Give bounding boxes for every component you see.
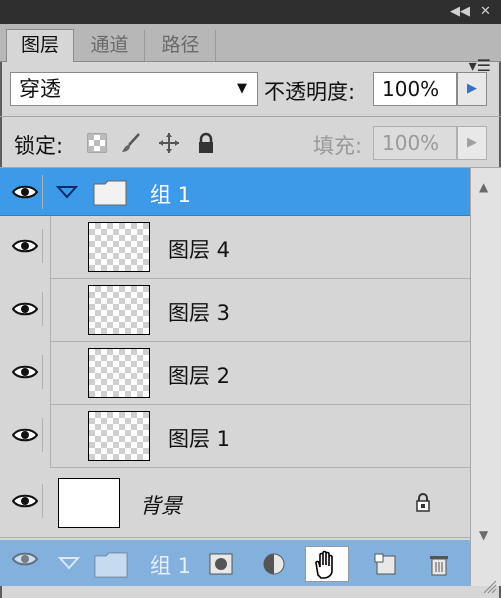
expand-triangle-icon [58, 557, 80, 570]
visibility-toggle[interactable] [8, 229, 43, 263]
layer-row[interactable]: 图层 4 [50, 216, 470, 279]
chevron-down-icon: ▼ [237, 81, 247, 96]
layer-thumbnail [88, 411, 150, 461]
group-indent-line [50, 216, 51, 468]
eye-icon [12, 302, 38, 316]
drag-hand-cursor [305, 546, 349, 582]
layer-name: 图层 4 [168, 238, 231, 262]
layer-lock-icon [416, 493, 430, 512]
visibility-toggle[interactable] [8, 484, 43, 518]
visibility-toggle[interactable] [8, 292, 43, 326]
divider [0, 116, 501, 117]
lock-all-icon[interactable] [195, 132, 217, 154]
new-layer-icon[interactable] [373, 552, 399, 576]
layer-thumbnail [88, 285, 150, 335]
add-mask-icon[interactable] [208, 552, 234, 576]
layer-name: 组 1 [150, 183, 192, 207]
layer-name: 图层 1 [168, 427, 231, 451]
tab-paths[interactable]: 路径 [146, 30, 216, 61]
collapse-panel-icon[interactable]: ◀◀ [450, 3, 470, 21]
resize-grip-icon[interactable] [483, 580, 497, 594]
blend-mode-select[interactable]: 穿透 ▼ [10, 72, 258, 106]
tab-channels[interactable]: 通道 [75, 30, 145, 61]
fill-slider-button[interactable]: ▶ [457, 126, 487, 160]
panel-title-bar: ◀◀ ✕ [0, 0, 501, 24]
adjustment-layer-icon[interactable] [262, 552, 288, 576]
layer-name: 图层 2 [168, 364, 231, 388]
expand-triangle-icon[interactable] [56, 185, 78, 199]
trash-icon[interactable] [426, 552, 452, 576]
drag-ghost-label: 组 1 [150, 554, 192, 578]
lock-label: 锁定: [14, 134, 64, 158]
hand-cursor-icon [315, 550, 333, 579]
layer-thumbnail [88, 348, 150, 398]
opacity-slider-button[interactable]: ▶ [457, 72, 487, 106]
layers-scrollbar[interactable]: ▲ ▼ [470, 168, 501, 586]
layer-row-group[interactable]: 组 1 [0, 168, 470, 216]
eye-icon [12, 185, 38, 199]
layer-row[interactable]: 图层 2 [50, 342, 470, 405]
eye-icon [12, 365, 38, 379]
folder-icon [93, 180, 127, 206]
folder-icon [94, 552, 128, 578]
lock-transparent-icon[interactable] [86, 132, 108, 154]
layer-name: 背景 [140, 494, 182, 518]
close-panel-icon[interactable]: ✕ [480, 3, 491, 21]
layer-row-background[interactable]: 背景 [0, 468, 470, 538]
eye-icon [12, 428, 38, 442]
visibility-toggle[interactable] [8, 418, 43, 452]
layers-bottom-toolbar: 组 1 [0, 540, 470, 586]
layer-row[interactable]: 图层 1 [50, 405, 470, 468]
layers-list: 组 1 图层 4 图层 3 图层 2 图层 1 背景 [0, 168, 470, 586]
opacity-input[interactable]: 100% [373, 72, 457, 106]
eye-icon [12, 239, 38, 253]
layer-thumbnail [58, 478, 120, 528]
layer-name: 图层 3 [168, 301, 231, 325]
scroll-down-icon[interactable]: ▼ [479, 528, 488, 542]
visibility-toggle[interactable] [8, 175, 43, 209]
layer-thumbnail [88, 222, 150, 272]
fill-input[interactable]: 100% [373, 126, 457, 160]
blend-mode-value: 穿透 [19, 77, 61, 101]
tab-layers[interactable]: 图层 [6, 29, 74, 62]
lock-position-move-icon[interactable] [158, 132, 180, 154]
fill-label: 填充: [313, 134, 363, 158]
layer-row[interactable]: 图层 3 [50, 279, 470, 342]
scroll-up-icon[interactable]: ▲ [479, 180, 488, 194]
eye-icon [12, 552, 38, 566]
opacity-label: 不透明度: [264, 80, 356, 104]
lock-paint-brush-icon[interactable] [120, 132, 142, 154]
panel-tab-bar: 图层 通道 路径 ▾☰ [0, 24, 501, 75]
visibility-toggle[interactable] [8, 355, 43, 389]
eye-icon [12, 494, 38, 508]
